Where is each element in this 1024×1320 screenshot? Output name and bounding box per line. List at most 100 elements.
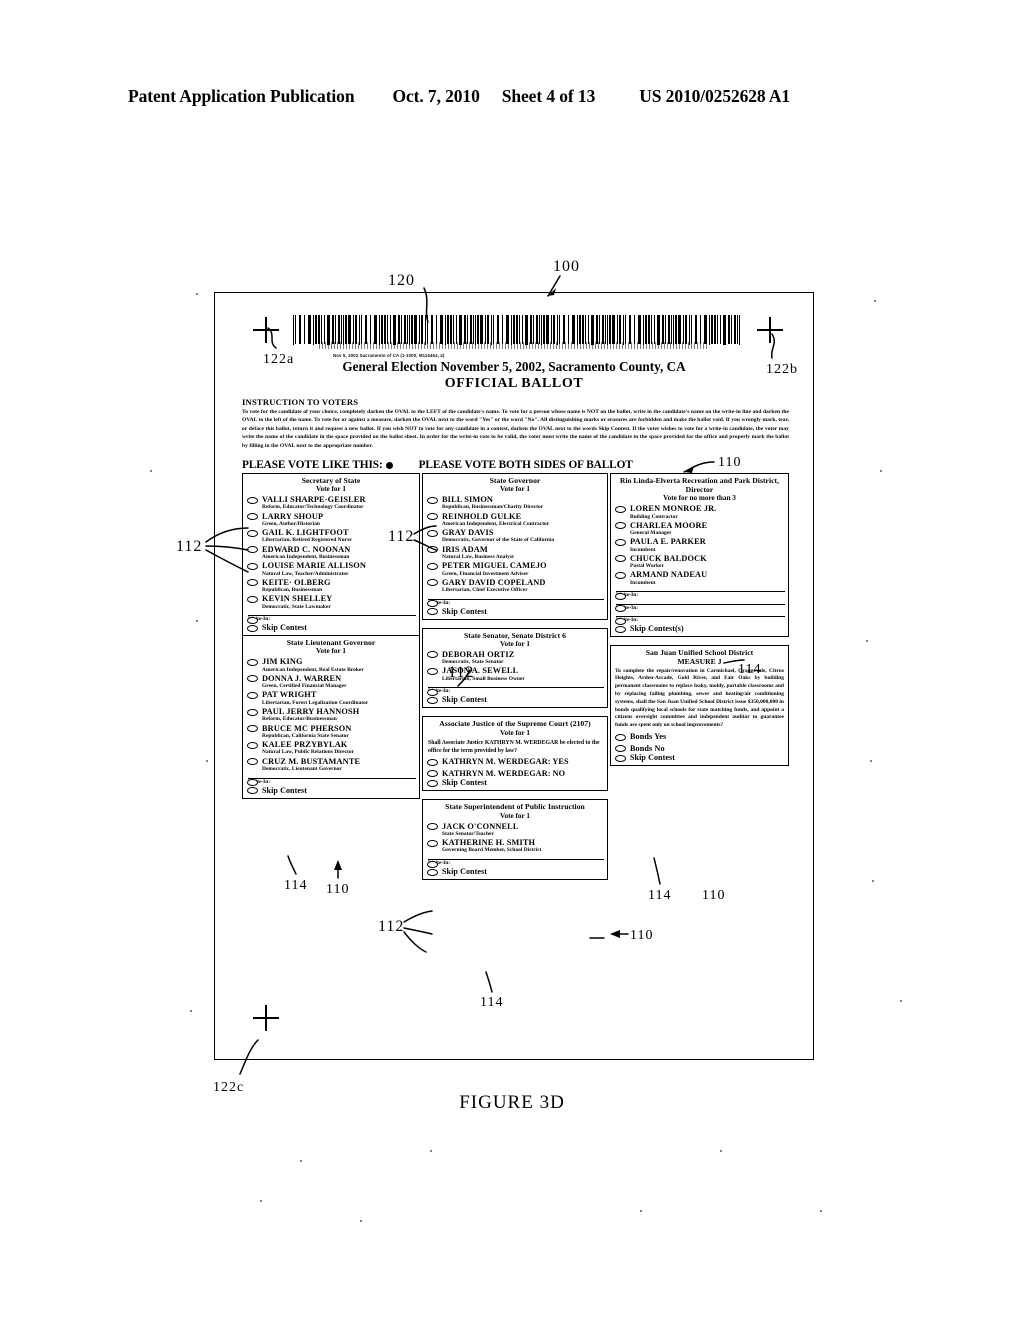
candidate-vote-oval[interactable] xyxy=(247,708,258,716)
candidate-vote-oval[interactable] xyxy=(247,513,258,521)
candidate-row[interactable]: REINHOLD GULKE American Independent, Elec… xyxy=(426,512,604,528)
candidate-vote-oval[interactable] xyxy=(247,496,258,504)
barcode-bar xyxy=(299,315,301,344)
candidate-vote-oval[interactable] xyxy=(247,579,258,587)
candidate-name: LARRY SHOUP xyxy=(262,511,324,521)
barcode-bar xyxy=(393,315,396,345)
skip-contest-oval[interactable] xyxy=(247,787,258,795)
measure-vote-oval[interactable] xyxy=(615,745,626,753)
candidate-row[interactable]: EDWARD C. NOONAN American Independent, Bu… xyxy=(246,545,416,561)
candidate-vote-oval[interactable] xyxy=(247,675,258,683)
candidate-vote-oval[interactable] xyxy=(427,823,438,831)
barcode-bar xyxy=(731,315,732,344)
candidate-row[interactable]: KEVIN SHELLEY Democratic, State Lawmaker xyxy=(246,594,416,610)
skip-contest-oval[interactable] xyxy=(427,779,438,787)
candidate-row[interactable]: GRAY DAVIS Democratic, Governor of the St… xyxy=(426,528,604,544)
candidate-vote-oval[interactable] xyxy=(247,741,258,749)
candidate-vote-oval[interactable] xyxy=(427,496,438,504)
write-in-row[interactable]: Write-In: xyxy=(614,591,785,600)
write-in-row[interactable]: Write-In: xyxy=(426,859,604,868)
instruction-heading: INSTRUCTION TO VOTERS xyxy=(242,397,359,407)
skip-contest-oval[interactable] xyxy=(247,624,258,632)
candidate-row[interactable]: GARY DAVID COPELAND Libertarian, Chief Ex… xyxy=(426,578,604,594)
candidate-row[interactable]: CHUCK BALDOCK Postal Worker xyxy=(614,554,785,570)
candidate-row[interactable]: CHARLEA MOORE General Manager xyxy=(614,521,785,537)
measure-option-row[interactable]: KATHRYN M. WERDEGAR: NO xyxy=(426,769,604,778)
skip-contest-row[interactable]: Skip Contest xyxy=(246,786,416,795)
candidate-vote-oval[interactable] xyxy=(615,522,626,530)
skip-contest-row[interactable]: Skip Contest xyxy=(614,753,785,762)
candidate-row[interactable]: LOREN MONROE JR. Building Contractor xyxy=(614,504,785,520)
write-in-row[interactable]: Write-In: xyxy=(246,615,416,624)
candidate-vote-oval[interactable] xyxy=(427,839,438,847)
candidate-vote-oval[interactable] xyxy=(247,546,258,554)
skip-contest-row[interactable]: Skip Contest xyxy=(426,867,604,876)
candidate-vote-oval[interactable] xyxy=(427,546,438,554)
candidate-row[interactable]: BRUCE MC PHERSON Republican, California S… xyxy=(246,724,416,740)
candidate-vote-oval[interactable] xyxy=(247,691,258,699)
candidate-vote-oval[interactable] xyxy=(615,555,626,563)
write-in-row[interactable]: Write-In: xyxy=(426,598,604,608)
candidate-vote-oval[interactable] xyxy=(247,725,258,733)
skip-contest-oval[interactable] xyxy=(615,625,626,633)
measure-vote-oval[interactable] xyxy=(427,758,438,766)
candidate-vote-oval[interactable] xyxy=(427,579,438,587)
candidate-row[interactable]: DONNA J. WARREN Green, Certified Financia… xyxy=(246,674,416,690)
candidate-row[interactable]: PAUL JERRY HANNOSH Reform, Educator/Busin… xyxy=(246,707,416,723)
candidate-vote-oval[interactable] xyxy=(427,513,438,521)
candidate-row[interactable]: PETER MIGUEL CAMEJO Green, Financial Inve… xyxy=(426,561,604,577)
write-in-row[interactable]: Write-In: xyxy=(614,603,785,613)
candidate-row[interactable]: KEITE· OLBERG Republican, Businessman xyxy=(246,578,416,594)
measure-vote-oval[interactable] xyxy=(615,733,626,741)
write-in-row[interactable]: Write-In: xyxy=(614,616,785,625)
skip-contest-row[interactable]: Skip Contest xyxy=(426,695,604,704)
candidate-name: CHUCK BALDOCK xyxy=(630,553,707,563)
skip-contest-row[interactable]: Skip Contest(s) xyxy=(614,624,785,633)
skip-contest-row[interactable]: Skip Contest xyxy=(426,607,604,616)
contest-state-lieutenant-governor: State Lieutenant Governor Vote for 1 JIM K… xyxy=(242,636,420,799)
candidate-vote-oval[interactable] xyxy=(247,529,258,537)
candidate-row[interactable]: PAULA E. PARKER Incumbent xyxy=(614,537,785,553)
candidate-vote-oval[interactable] xyxy=(247,562,258,570)
candidate-description: American Independent, Electrical Contrac… xyxy=(442,520,550,527)
candidate-row[interactable]: KALEE PRZYBYLAK Natural Law, Public Relat… xyxy=(246,740,416,756)
candidate-row[interactable]: JIM KING American Independent, Real Estat… xyxy=(246,657,416,673)
candidate-row[interactable]: KATHERINE H. SMITH Governing Board Member… xyxy=(426,838,604,854)
write-in-row[interactable]: Write-In: xyxy=(426,687,604,696)
skip-contest-row[interactable]: Skip Contest xyxy=(246,623,416,632)
measure-option-row[interactable]: Bonds Yes xyxy=(614,732,785,741)
candidate-vote-oval[interactable] xyxy=(247,595,258,603)
skip-contest-oval[interactable] xyxy=(427,696,438,704)
candidate-vote-oval[interactable] xyxy=(427,651,438,659)
candidate-row[interactable]: LOUISE MARIE ALLISON Natural Law, Teacher… xyxy=(246,561,416,577)
barcode-bar xyxy=(602,315,604,344)
candidate-vote-oval[interactable] xyxy=(247,758,258,766)
candidate-row[interactable]: BILL SIMON Republican, Businessman/Charit… xyxy=(426,495,604,511)
candidate-row[interactable]: LARRY SHOUP Green, Author/Historian xyxy=(246,512,416,528)
measure-option-row[interactable]: Bonds No xyxy=(614,744,785,753)
candidate-row[interactable]: CRUZ M. BUSTAMANTE Democratic, Lieutenant… xyxy=(246,757,416,773)
candidate-vote-oval[interactable] xyxy=(427,562,438,570)
candidate-row[interactable]: VALLI SHARPE-GEISLER Reform, Educator/Tec… xyxy=(246,495,416,511)
candidate-row[interactable]: IRIS ADAM Natural Law, Business Analyst xyxy=(426,545,604,561)
candidate-vote-oval[interactable] xyxy=(615,505,626,513)
barcode-bar xyxy=(588,315,589,344)
candidate-row[interactable]: PAT WRIGHT Libertarian, Forest Legalizati… xyxy=(246,690,416,706)
candidate-vote-oval[interactable] xyxy=(427,529,438,537)
measure-vote-oval[interactable] xyxy=(427,770,438,778)
candidate-vote-oval[interactable] xyxy=(615,571,626,579)
skip-contest-oval[interactable] xyxy=(615,754,626,762)
candidate-row[interactable]: ARMAND NADEAU Incumbent xyxy=(614,570,785,586)
skip-contest-oval[interactable] xyxy=(427,868,438,876)
write-in-row[interactable]: Write-In: xyxy=(246,777,416,787)
candidate-vote-oval[interactable] xyxy=(427,667,438,675)
candidate-vote-oval[interactable] xyxy=(247,658,258,666)
skip-contest-oval[interactable] xyxy=(427,608,438,616)
skip-contest-row[interactable]: Skip Contest xyxy=(426,778,604,787)
barcode-bar xyxy=(456,315,457,344)
barcode-bar xyxy=(596,315,598,344)
measure-option-row[interactable]: KATHRYN M. WERDEGAR: YES xyxy=(426,757,604,766)
candidate-row[interactable]: JACK O'CONNELL State Senator/Teacher xyxy=(426,822,604,838)
write-in-vote-oval[interactable] xyxy=(615,592,626,600)
candidate-vote-oval[interactable] xyxy=(615,538,626,546)
